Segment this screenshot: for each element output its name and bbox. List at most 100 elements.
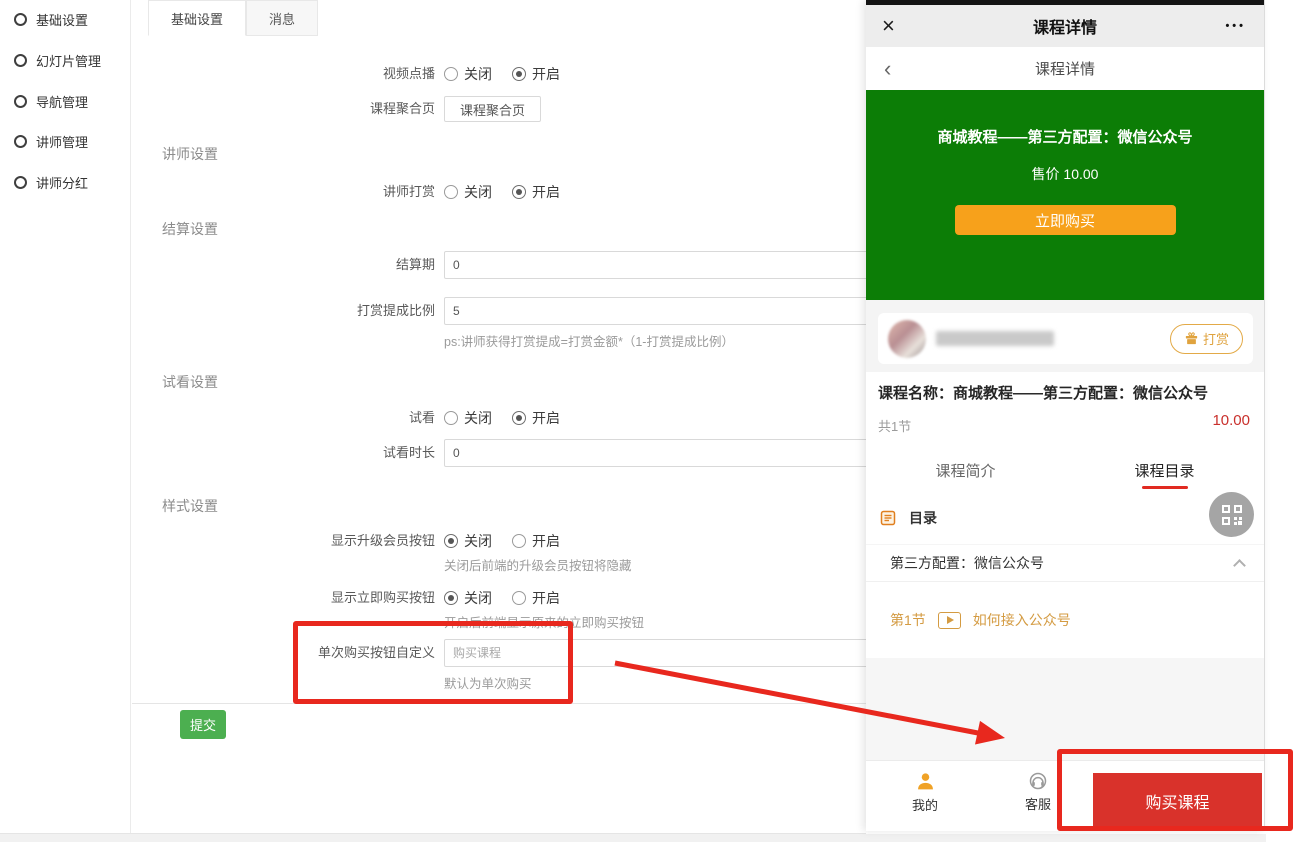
catalog-heading: 目录	[880, 508, 937, 528]
field-label: 试看时长	[148, 439, 435, 467]
field-label: 显示升级会员按钮	[148, 527, 435, 555]
video-play-icon	[938, 612, 961, 629]
sidebar-item-slides[interactable]: 幻灯片管理	[14, 51, 101, 70]
sidebar-item-basic-settings[interactable]: 基础设置	[14, 10, 88, 29]
radio-off[interactable]	[444, 185, 458, 199]
field-label: 讲师打赏	[148, 178, 435, 206]
field-note: 开启后前端显示原来的立即购买按钮	[444, 612, 644, 631]
trial-duration-input[interactable]	[444, 439, 921, 467]
gift-icon	[1184, 331, 1199, 346]
circle-bullet-icon	[14, 135, 27, 148]
lesson-row[interactable]: 第1节 如何接入公众号	[890, 602, 1071, 638]
section-title-trial: 试看设置	[162, 372, 218, 392]
radio-on-label: 开启	[532, 408, 560, 428]
sidebar-item-label: 幻灯片管理	[36, 51, 101, 70]
tabbar-service-label: 客服	[1025, 794, 1051, 813]
buy-now-button[interactable]: 立即购买	[955, 205, 1176, 235]
reward-rate-input[interactable]	[444, 297, 921, 325]
field-note: 关闭后前端的升级会员按钮将隐藏	[444, 555, 632, 574]
radio-on[interactable]	[512, 591, 526, 605]
sidebar-item-lecturer-manage[interactable]: 讲师管理	[14, 132, 88, 151]
reward-button[interactable]: 打赏	[1170, 324, 1243, 354]
circle-bullet-icon	[14, 54, 27, 67]
course-tabs: 课程简介 课程目录	[866, 448, 1264, 492]
submit-button[interactable]: 提交	[180, 710, 226, 739]
page-scroll-gutter	[1266, 0, 1296, 842]
sidebar-item-label: 导航管理	[36, 92, 88, 111]
page-bottom-strip	[0, 834, 1296, 842]
more-icon[interactable]: •••	[1225, 20, 1246, 32]
section-title-settlement: 结算设置	[162, 219, 218, 239]
qr-code-icon[interactable]	[1209, 492, 1254, 537]
radio-on-label: 开启	[532, 182, 560, 202]
radio-on[interactable]	[512, 67, 526, 81]
tab-basic-settings[interactable]: 基础设置	[148, 0, 246, 36]
radio-off-label: 关闭	[464, 531, 492, 551]
radio-off-label: 关闭	[464, 588, 492, 608]
radio-on[interactable]	[512, 185, 526, 199]
field-label: 课程聚合页	[148, 96, 435, 122]
author-name-redacted	[936, 331, 1054, 346]
sidebar-item-label: 基础设置	[36, 10, 88, 29]
author-card: 打赏	[878, 313, 1253, 364]
course-name: 课程名称：商城教程——第三方配置：微信公众号	[878, 382, 1208, 403]
sidebar-item-label: 讲师管理	[36, 132, 88, 151]
sidebar-item-navigation[interactable]: 导航管理	[14, 92, 88, 111]
field-label: 打赏提成比例	[148, 297, 435, 325]
chapter-title: 第三方配置：微信公众号	[890, 553, 1044, 573]
lesson-count: 共1节	[878, 416, 911, 435]
field-label: 显示立即购买按钮	[148, 584, 435, 612]
field-label: 试看	[148, 404, 435, 432]
settlement-period-input[interactable]	[444, 251, 921, 279]
field-label: 视频点播	[148, 60, 435, 88]
radio-on[interactable]	[512, 411, 526, 425]
page: 基础设置 幻灯片管理 导航管理 讲师管理 讲师分红 基础设置 消息 视频点播	[0, 0, 1296, 842]
radio-off[interactable]	[444, 411, 458, 425]
mobile-nav-title: 课程详情	[866, 58, 1264, 79]
radio-on-label: 开启	[532, 588, 560, 608]
field-label: 结算期	[148, 251, 435, 279]
sidebar: 基础设置 幻灯片管理 导航管理 讲师管理 讲师分红	[0, 0, 131, 833]
radio-off[interactable]	[444, 67, 458, 81]
hero-course-title: 商城教程——第三方配置：微信公众号	[866, 126, 1264, 147]
chevron-up-icon	[1233, 559, 1246, 572]
tab-course-intro[interactable]: 课程简介	[866, 448, 1065, 492]
radio-off-label: 关闭	[464, 182, 492, 202]
course-hero: 商城教程——第三方配置：微信公众号 售价 10.00 立即购买	[866, 90, 1264, 300]
field-note: 默认为单次购买	[444, 673, 921, 692]
radio-off-label: 关闭	[464, 408, 492, 428]
content-spacer	[866, 658, 1264, 760]
radio-off[interactable]	[444, 534, 458, 548]
document-icon	[880, 510, 896, 526]
radio-off[interactable]	[444, 591, 458, 605]
radio-on-label: 开启	[532, 64, 560, 84]
settings-panel: 基础设置 消息 视频点播 关闭 开启 课程聚合页 课程聚合页 讲师设置 讲师打赏	[132, 0, 932, 833]
radio-on[interactable]	[512, 534, 526, 548]
person-icon	[915, 771, 936, 792]
hero-price: 售价 10.00	[866, 164, 1264, 184]
circle-bullet-icon	[14, 176, 27, 189]
tabbar-service[interactable]: 客服	[1011, 771, 1065, 813]
tab-course-catalog[interactable]: 课程目录	[1065, 448, 1264, 492]
avatar	[888, 320, 926, 358]
mobile-titlebar: × 课程详情 •••	[866, 5, 1264, 47]
tabbar-mine[interactable]: 我的	[898, 771, 952, 814]
tabbar-mine-label: 我的	[912, 795, 938, 814]
tab-messages[interactable]: 消息	[246, 0, 318, 36]
radio-on-label: 开启	[532, 531, 560, 551]
field-note: ps:讲师获得打赏提成=打赏金额*（1-打赏提成比例）	[444, 331, 921, 350]
chapter-row[interactable]: 第三方配置：微信公众号	[866, 544, 1264, 582]
mobile-navbar: ‹ 课程详情	[866, 47, 1264, 90]
headset-icon	[1028, 771, 1048, 791]
section-title-lecturer: 讲师设置	[162, 144, 218, 164]
sidebar-item-lecturer-dividend[interactable]: 讲师分红	[14, 173, 88, 192]
circle-bullet-icon	[14, 13, 27, 26]
catalog-heading-label: 目录	[909, 508, 937, 528]
settings-tabs: 基础设置 消息	[148, 0, 318, 36]
purchase-course-button[interactable]: 购买课程	[1093, 773, 1262, 828]
purchase-button-custom-input[interactable]	[444, 639, 921, 667]
course-price: 10.00	[1212, 412, 1250, 429]
aggregation-page-button[interactable]: 课程聚合页	[444, 96, 541, 122]
mobile-title: 课程详情	[866, 14, 1264, 38]
lesson-number: 第1节	[890, 610, 926, 630]
